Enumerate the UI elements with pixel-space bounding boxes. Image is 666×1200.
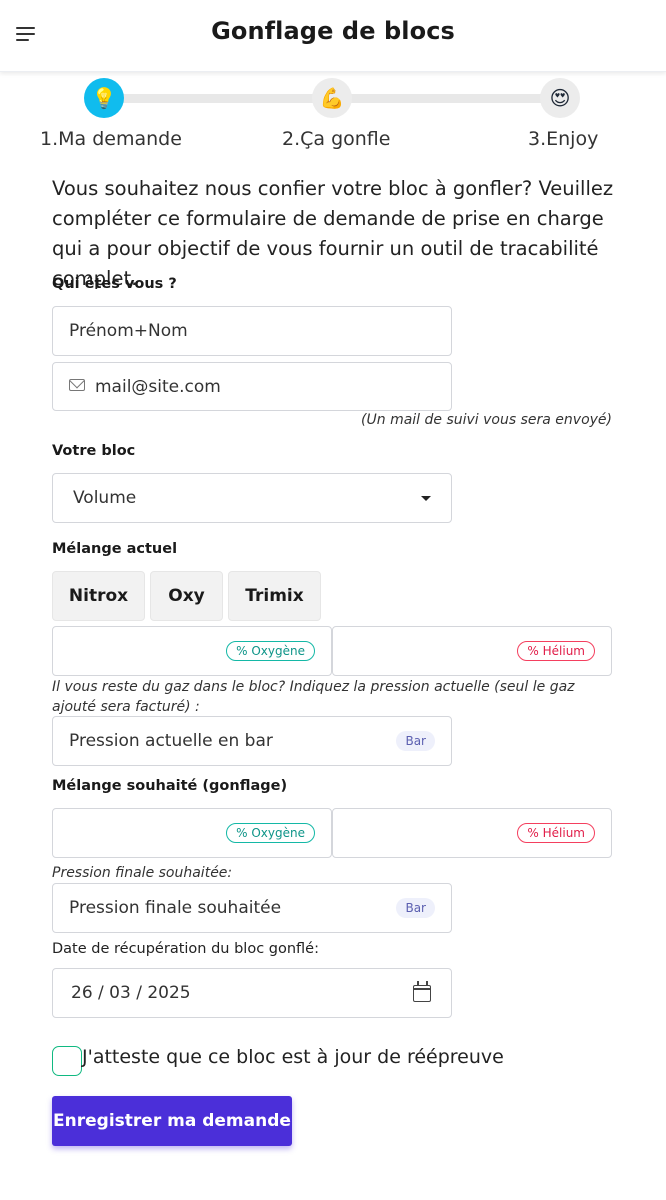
name-placeholder: Prénom+Nom [69,321,188,341]
pickup-date-input[interactable]: 26 / 03 / 2025 [52,968,452,1018]
current-oxygen-input[interactable]: % Oxygène [52,626,332,676]
email-hint: (Un mail de suivi vous sera envoyé) [361,412,612,428]
step-label-request: 1.Ma demande [40,128,182,150]
calendar-icon[interactable] [413,981,431,1002]
desired-helium-input[interactable]: % Hélium [332,808,612,858]
current-pressure-placeholder: Pression actuelle en bar [69,731,273,751]
flexed-biceps-icon: 💪 [312,78,352,118]
step-label-enjoy: 3.Enjoy [528,128,599,150]
email-placeholder: mail@site.com [95,376,221,397]
lightbulb-icon: 💡 [84,78,124,118]
pickup-date-value: 26 / 03 / 2025 [71,983,191,1003]
helium-badge: % Hélium [517,823,595,843]
trimix-button[interactable]: Trimix [228,571,321,621]
oxygen-badge: % Oxygène [226,823,315,843]
mail-icon [69,379,85,391]
bar-unit-badge: Bar [396,898,435,918]
app-header: Gonflage de blocs [0,0,666,72]
pressure-hint: Il vous reste du gaz dans le bloc? Indiq… [52,679,575,715]
email-input[interactable]: mail@site.com [52,362,452,411]
identity-section-label: Qui êtes vous ? [52,276,177,292]
bar-unit-badge: Bar [396,731,435,751]
oxy-button[interactable]: Oxy [150,571,223,621]
page-title: Gonflage de blocs [211,17,455,45]
helium-badge: % Hélium [517,641,595,661]
volume-placeholder: Volume [73,488,137,508]
desired-oxygen-input[interactable]: % Oxygène [52,808,332,858]
chevron-down-icon [421,496,431,501]
final-pressure-placeholder: Pression finale souhaitée [69,898,282,918]
reepreuve-checkbox[interactable] [52,1046,82,1076]
current-pressure-input[interactable]: Pression actuelle en bar Bar [52,716,452,766]
pickup-date-label: Date de récupération du bloc gonflé: [52,941,319,957]
final-pressure-input[interactable]: Pression finale souhaitée Bar [52,883,452,933]
name-input[interactable]: Prénom+Nom [52,306,452,356]
desired-mix-label: Mélange souhaité (gonflage) [52,778,288,794]
submit-button[interactable]: Enregistrer ma demande [52,1096,292,1146]
current-mix-label: Mélange actuel [52,541,178,557]
oxygen-badge: % Oxygène [226,641,315,661]
reepreuve-label: J'atteste que ce bloc est à jour de réép… [82,1046,504,1068]
bloc-section-label: Votre bloc [52,443,136,459]
step-label-inflating: 2.Ça gonfle [282,128,391,150]
nitrox-button[interactable]: Nitrox [52,571,145,621]
final-pressure-hint: Pression finale souhaitée: [52,865,233,881]
volume-select[interactable]: Volume [52,473,452,523]
heart-eyes-icon: 😍 [540,78,580,118]
current-helium-input[interactable]: % Hélium [332,626,612,676]
